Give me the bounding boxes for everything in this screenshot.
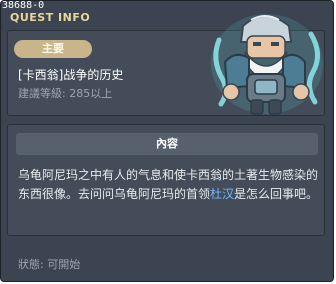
quest-id: 38688-0: [2, 0, 45, 11]
quest-type-badge: 主要: [14, 40, 92, 58]
quest-description: 乌龟阿尼玛之中有人的气息和使卡西翁的土著生物感染的东西很像。去问问乌龟阿尼玛的首…: [18, 166, 320, 204]
quest-status: 狀態: 可開始: [18, 258, 81, 271]
content-header: 內容: [16, 133, 318, 155]
window-title: QUEST INFO: [10, 11, 91, 24]
quest-level-requirement: 建議等級: 285以上: [18, 87, 113, 100]
npc-portrait-icon: [211, 14, 323, 115]
npc-name-link[interactable]: 杜汉: [210, 187, 234, 201]
description-text-end: 是怎么回事吧。: [234, 187, 319, 201]
quest-name: [卡西翁]战争的历史: [18, 68, 124, 82]
